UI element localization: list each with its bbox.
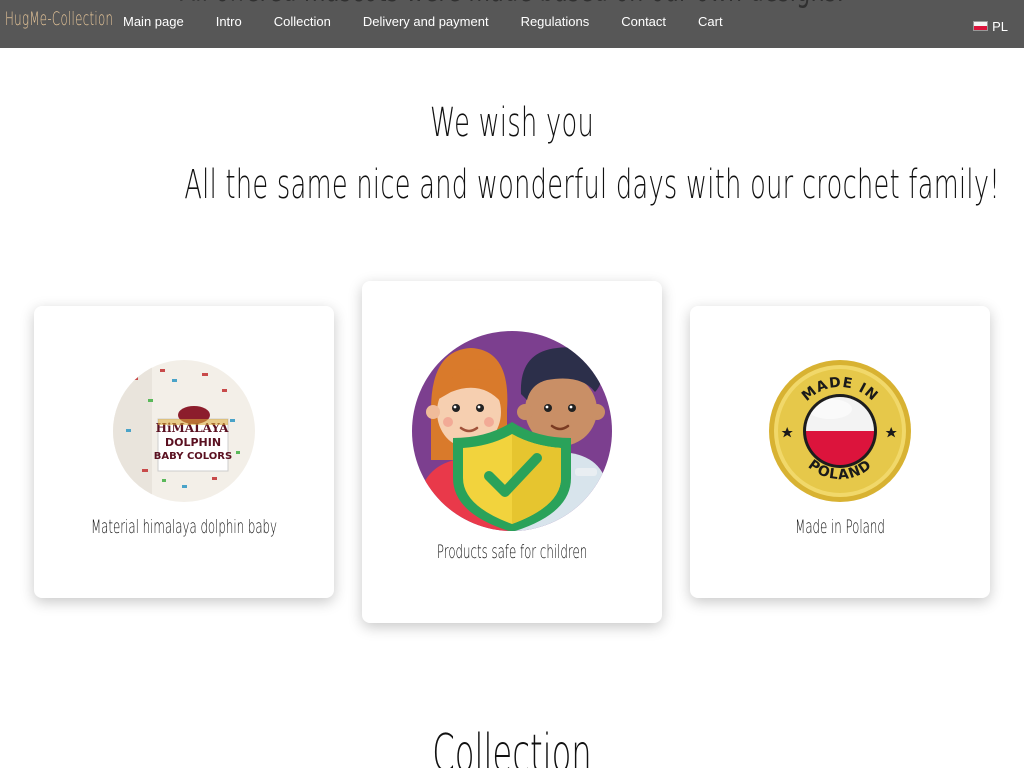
nav-item-contact[interactable]: Contact (605, 0, 682, 44)
feature-label-safety: Products safe for children (436, 541, 588, 563)
yarn-label-icon: HiMALAYA DOLPHIN BABY COLORS (113, 360, 255, 502)
language-switcher[interactable]: PL (973, 0, 1008, 48)
brand-logo[interactable]: HugMe-Collection (5, 8, 113, 30)
svg-text:BABY COLORS: BABY COLORS (154, 451, 232, 462)
hero-heading: We wish you All the same nice and wonder… (0, 92, 1024, 216)
feature-label-material: Material himalaya dolphin baby (91, 516, 277, 538)
feature-card-origin: MADE IN POLAND Made in Poland (690, 306, 990, 598)
nav-item-delivery-and-payment[interactable]: Delivery and payment (347, 0, 505, 44)
nav-item-collection[interactable]: Collection (258, 0, 347, 44)
child-safety-shield-icon (412, 331, 612, 531)
nav-item-main-page[interactable]: Main page (107, 0, 200, 44)
made-in-poland-badge-icon: MADE IN POLAND (769, 360, 911, 502)
hero-line-1: We wish you (429, 100, 594, 146)
nav-item-intro[interactable]: Intro (200, 0, 258, 44)
hero-line-2: All the same nice and wonderful days wit… (184, 162, 1000, 208)
feature-label-origin: Made in Poland (795, 516, 885, 538)
feature-card-material: HiMALAYA DOLPHIN BABY COLORS Material hi… (34, 306, 334, 598)
nav-item-cart[interactable]: Cart (682, 0, 739, 44)
feature-card-safety: Products safe for children (362, 281, 662, 623)
top-navbar: All offered mascots were made based on o… (0, 0, 1024, 48)
svg-text:DOLPHIN: DOLPHIN (165, 436, 221, 449)
poland-flag-icon (973, 21, 989, 31)
nav-item-regulations[interactable]: Regulations (505, 0, 606, 44)
language-code: PL (992, 18, 1008, 34)
nav-menu: Main page Intro Collection Delivery and … (107, 0, 739, 44)
collection-section-title: Collection (432, 724, 592, 768)
